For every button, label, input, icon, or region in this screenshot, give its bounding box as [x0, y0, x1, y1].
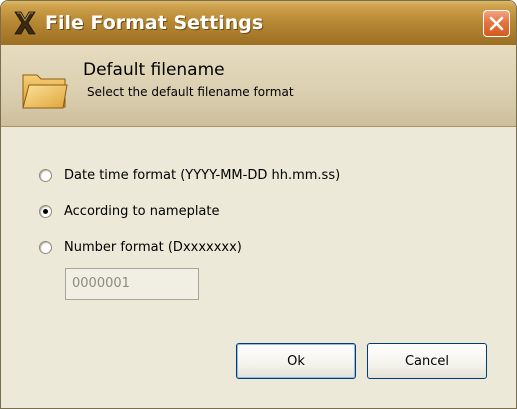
- radio-button[interactable]: [39, 168, 52, 182]
- file-format-settings-dialog: File Format Settings Default filename Se…: [0, 0, 517, 409]
- radio-label-datetime: Date time format (YYYY-MM-DD hh.mm.ss): [64, 167, 341, 183]
- radio-button[interactable]: [39, 240, 52, 254]
- ok-button[interactable]: Ok: [236, 343, 356, 379]
- close-button[interactable]: [483, 10, 510, 37]
- radio-button-selected[interactable]: [39, 204, 52, 218]
- number-format-input[interactable]: 0000001: [65, 268, 199, 300]
- window-title: File Format Settings: [45, 12, 264, 34]
- title-bar[interactable]: File Format Settings: [1, 1, 516, 45]
- radio-option-number[interactable]: Number format (Dxxxxxxx): [39, 237, 242, 257]
- header-title: Default filename: [83, 60, 225, 80]
- radio-label-number: Number format (Dxxxxxxx): [64, 239, 242, 255]
- radio-label-nameplate: According to nameplate: [64, 203, 220, 219]
- app-x-icon: [14, 11, 36, 35]
- header-subtitle: Select the default filename format: [87, 85, 294, 99]
- header-band: Default filename Select the default file…: [1, 45, 516, 127]
- radio-option-nameplate[interactable]: According to nameplate: [39, 201, 220, 221]
- radio-option-datetime[interactable]: Date time format (YYYY-MM-DD hh.mm.ss): [39, 165, 340, 185]
- cancel-button[interactable]: Cancel: [367, 343, 487, 379]
- close-icon: [489, 16, 504, 31]
- folder-icon: [22, 74, 68, 109]
